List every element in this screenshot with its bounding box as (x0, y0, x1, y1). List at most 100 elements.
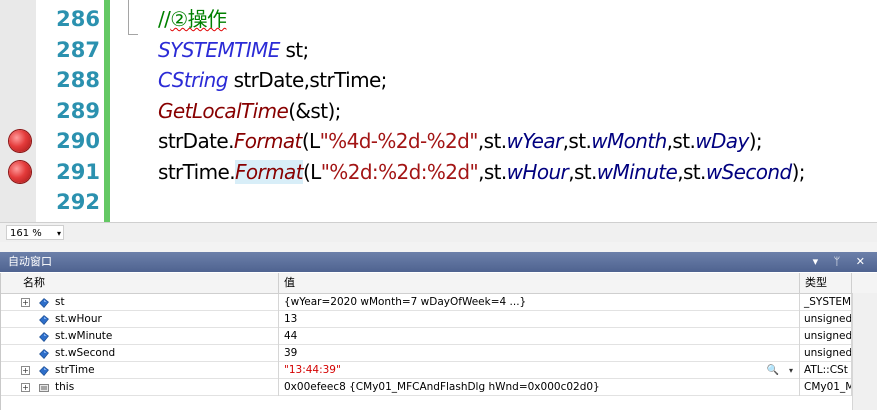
code-line[interactable]: 292 (0, 187, 877, 217)
code-text[interactable]: CString strDate,strTime; (158, 65, 387, 95)
value-cell[interactable]: 39 (279, 345, 800, 362)
autos-row[interactable]: st.wMinute 44 unsigned (1, 328, 877, 345)
expand-icon[interactable]: + (21, 298, 30, 307)
variable-value: 13 (284, 313, 298, 325)
code-token: wSecond (705, 159, 792, 184)
panel-splitter[interactable] (0, 242, 877, 252)
column-header-value[interactable]: 值 (279, 273, 800, 293)
type-cell: CMy01_M (800, 379, 852, 396)
type-cell: unsigned (800, 311, 852, 328)
code-token: ,st. (568, 159, 597, 184)
field-icon (39, 348, 49, 359)
vertical-scrollbar[interactable] (852, 293, 877, 410)
code-text[interactable]: SYSTEMTIME st; (158, 35, 309, 65)
type-cell: ATL::CSt (800, 362, 852, 379)
name-cell: + this (1, 379, 279, 396)
variable-name: st (55, 296, 65, 308)
line-number: 292 (56, 190, 100, 214)
code-token: ,st. (562, 129, 592, 153)
expand-icon[interactable]: + (21, 383, 30, 392)
code-line[interactable]: 288 CString strDate,strTime; (0, 65, 877, 95)
code-text[interactable]: strTime.Format(L"%2d:%2d:%2d",st.wHour,s… (158, 157, 806, 187)
line-number: 291 (56, 159, 100, 184)
column-header-name[interactable]: 名称 (1, 273, 279, 293)
code-token: ,st. (666, 129, 696, 153)
value-cell[interactable]: {wYear=2020 wMonth=7 wDayOfWeek=4 ...} (279, 294, 800, 311)
code-token: wDay (695, 129, 749, 153)
field-icon (39, 331, 49, 342)
variable-value: 0x00efeec8 {CMy01_MFCAndFlashDlg hWnd=0x… (284, 381, 600, 393)
code-token: strDate,strTime; (227, 68, 388, 92)
autos-row[interactable]: st.wSecond 39 unsigned (1, 345, 877, 362)
name-cell: st.wMinute (1, 328, 279, 345)
editor-zoom-bar: 161 % ▾ (0, 222, 877, 243)
expand-icon[interactable]: + (21, 366, 30, 375)
code-token: Format (235, 159, 304, 184)
code-token: wHour (506, 159, 569, 184)
code-token: ); (791, 159, 806, 184)
variable-value: 39 (284, 347, 298, 359)
type-cell: unsigned (800, 328, 852, 345)
code-token: SYSTEMTIME (158, 37, 280, 62)
variable-value: 44 (284, 330, 298, 342)
pointer-icon (39, 382, 49, 392)
horizontal-scrollbar[interactable] (72, 228, 872, 238)
code-line[interactable]: 287 SYSTEMTIME st; (0, 35, 877, 65)
name-cell: + st (1, 294, 279, 311)
code-token: wYear (506, 129, 563, 153)
breakpoint-icon[interactable] (9, 160, 31, 183)
line-number: 288 (56, 68, 100, 92)
code-token: wMinute (596, 159, 678, 184)
code-token: CString (158, 68, 228, 92)
line-number: 286 (56, 7, 100, 31)
chevron-down-icon: ▾ (56, 229, 61, 238)
value-cell[interactable]: 0x00efeec8 {CMy01_MFCAndFlashDlg hWnd=0x… (279, 379, 800, 396)
autos-grid: 名称 值 类型 + st {wYear=2020 wMonth=7 wDayOfWe… (0, 273, 877, 410)
code-line[interactable]: 290 strDate.Format(L"%4d-%2d-%2d",st.wYea… (0, 126, 877, 156)
line-number: 287 (56, 37, 100, 62)
code-text[interactable]: GetLocalTime(&st); (158, 96, 341, 126)
magnifier-icon[interactable]: 🔍 (767, 363, 779, 379)
autos-row[interactable]: + this 0x00efeec8 {CMy01_MFCAndFlashDlg hW… (1, 379, 877, 396)
window-buttons-icon[interactable]: ▾ ᛘ ✕ (813, 252, 871, 272)
value-cell[interactable]: "13:44:39" 🔍 ▾ (279, 362, 800, 379)
zoom-level-combo[interactable]: 161 % ▾ (6, 225, 64, 240)
variable-value: "13:44:39" (284, 364, 341, 376)
autos-row[interactable]: st.wHour 13 unsigned (1, 311, 877, 328)
name-cell: + strTime (1, 362, 279, 379)
zoom-level-value: 161 % (10, 228, 42, 239)
code-text[interactable]: strDate.Format(L"%4d-%2d-%2d",st.wYear,s… (158, 126, 763, 156)
code-token: (L (302, 159, 321, 184)
autos-grid-header: 名称 值 类型 (1, 273, 877, 294)
code-token: Format (233, 129, 303, 153)
code-token: "%4d-%2d-%2d" (319, 129, 479, 153)
code-text[interactable]: //②操作 (158, 4, 227, 34)
autos-row[interactable]: + strTime "13:44:39" 🔍 ▾ ATL::CSt (1, 362, 877, 379)
code-token: (&st); (288, 98, 341, 123)
variable-name: strTime (55, 364, 95, 376)
autos-window-title-bar[interactable]: 自动窗口 ▾ ᛘ ✕ (0, 252, 877, 272)
code-line[interactable]: 291 strTime.Format(L"%2d:%2d:%2d",st.wHou… (0, 157, 877, 187)
code-token: wMonth (591, 129, 667, 153)
value-cell[interactable]: 13 (279, 311, 800, 328)
variable-name: st.wHour (55, 313, 102, 325)
value-cell[interactable]: 44 (279, 328, 800, 345)
autos-row[interactable]: + st {wYear=2020 wMonth=7 wDayOfWeek=4 ...… (1, 294, 877, 311)
field-icon (39, 297, 49, 308)
breakpoint-icon[interactable] (9, 130, 31, 152)
name-cell: st.wSecond (1, 345, 279, 362)
code-token: st; (279, 37, 309, 62)
code-token: ,st. (477, 129, 507, 153)
code-editor[interactable]: 286 //②操作 287 SYSTEMTIME st; 288 CString strD… (0, 0, 877, 222)
code-line[interactable]: 289 GetLocalTime(&st); (0, 96, 877, 126)
line-number: 289 (56, 98, 100, 123)
field-icon (39, 314, 49, 325)
variable-value: {wYear=2020 wMonth=7 wDayOfWeek=4 ...} (284, 296, 527, 308)
code-line[interactable]: 286 //②操作 (0, 4, 877, 34)
variable-name: st.wMinute (55, 330, 113, 342)
variable-name: this (55, 381, 75, 393)
name-cell: st.wHour (1, 311, 279, 328)
column-header-type[interactable]: 类型 (800, 273, 852, 293)
code-token: (L (301, 129, 320, 153)
chevron-down-icon[interactable]: ▾ (789, 363, 793, 379)
